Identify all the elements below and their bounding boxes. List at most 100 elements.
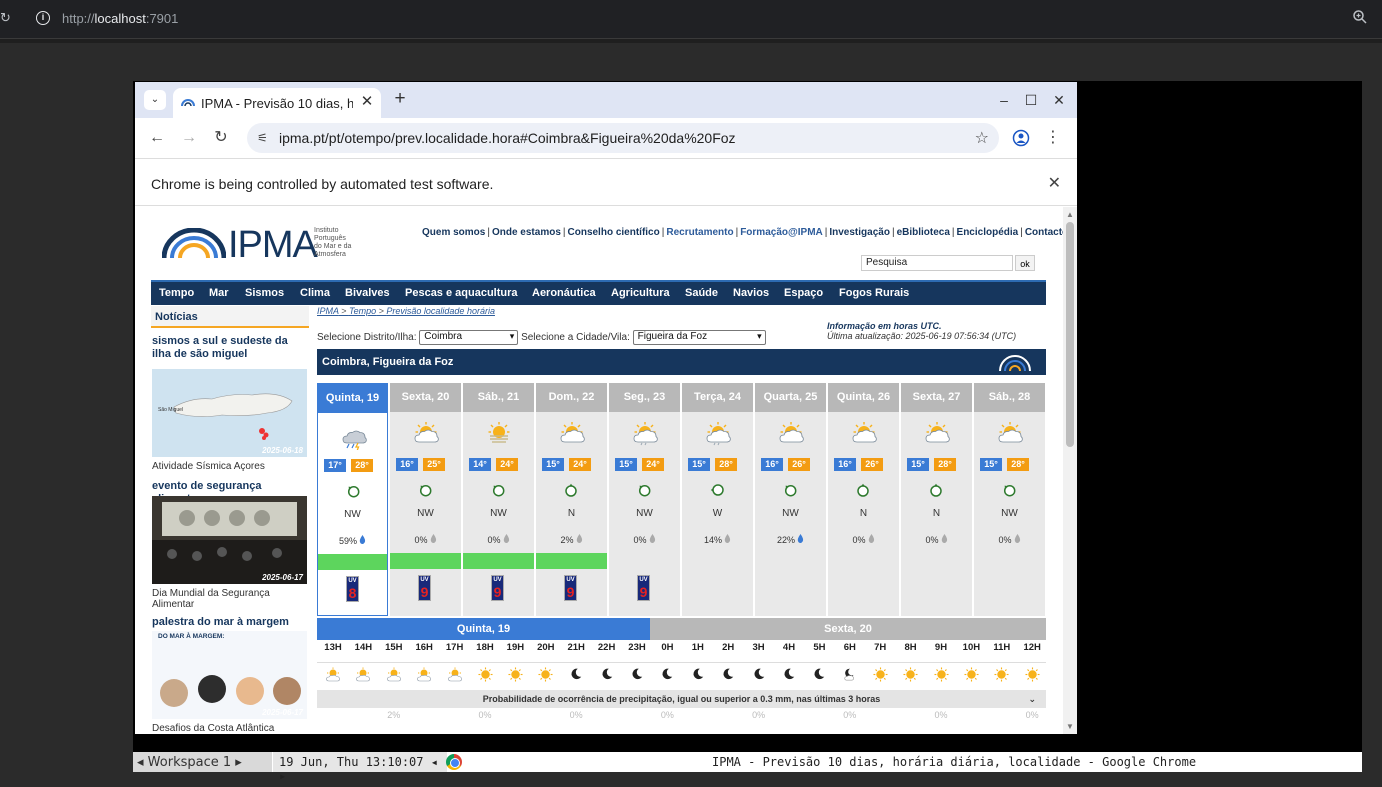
nav-mar[interactable]: Mar (209, 287, 229, 299)
news-image-poster[interactable]: DO MAR À MARGEM: 2025-06-17 (152, 631, 307, 719)
day-column[interactable]: Seg., 23 15° 24° NW 0% UV 9 (609, 383, 680, 616)
sun-cloud-icon (996, 419, 1024, 447)
link-conselho[interactable]: Conselho científico (568, 227, 660, 238)
nav-fogos-rurais[interactable]: Fogos Rurais (839, 287, 909, 299)
nav-pescas[interactable]: Pescas e aquacultura (405, 287, 518, 299)
scroll-down-icon[interactable]: ▼ (1066, 722, 1074, 731)
sun-cloud-rain-icon (409, 667, 439, 683)
breadcrumb-ipma[interactable]: IPMA (317, 306, 339, 316)
zoom-icon[interactable] (1352, 9, 1368, 25)
bookmark-star-icon[interactable]: ☆ (975, 128, 989, 148)
chrome-taskbar-icon[interactable] (446, 754, 462, 770)
news-caption-1[interactable]: Atividade Sísmica Açores (152, 461, 265, 472)
site-info-icon[interactable]: i (36, 11, 50, 25)
menu-kebab-icon[interactable]: ⋮ (1043, 128, 1063, 148)
taskbar-window-title[interactable]: IPMA - Previsão 10 dias, horária diária,… (712, 755, 1196, 769)
day-label[interactable]: Quinta, 26 (828, 383, 899, 412)
link-enciclopedia[interactable]: Enciclopédia (957, 227, 1019, 238)
nav-saude[interactable]: Saúde (685, 287, 718, 299)
nav-bivalves[interactable]: Bivalves (345, 287, 390, 299)
day-column[interactable]: Terça, 24 15° 28° W 14% (682, 383, 753, 616)
breadcrumb-tempo[interactable]: Tempo (349, 306, 376, 316)
host-url[interactable]: http://localhost:7901 (62, 11, 178, 26)
news-title-3[interactable]: palestra do mar à margem (152, 616, 307, 629)
minimize-icon[interactable]: – (995, 91, 1013, 109)
link-onde-estamos[interactable]: Onde estamos (492, 227, 561, 238)
nav-agricultura[interactable]: Agricultura (611, 287, 670, 299)
day-label[interactable]: Quinta, 19 (318, 384, 387, 413)
city-select[interactable]: Figueira da Foz ▾ (632, 330, 766, 345)
temp-min: 16° (761, 458, 783, 471)
forward-icon[interactable]: → (179, 128, 199, 148)
day-label[interactable]: Sexta, 27 (901, 383, 972, 412)
link-quem-somos[interactable]: Quem somos (422, 227, 485, 238)
infobar-close-icon[interactable]: ✕ (1048, 173, 1061, 193)
hourly-day-2[interactable]: Sexta, 20 (650, 618, 1046, 640)
day-label[interactable]: Quarta, 25 (755, 383, 826, 412)
day-label[interactable]: Dom., 22 (536, 383, 607, 412)
tab-search-button[interactable]: ⌄ (144, 90, 166, 110)
link-contacto[interactable]: Contacto (1025, 227, 1063, 238)
close-window-icon[interactable]: ✕ (1050, 91, 1068, 109)
new-tab-button[interactable]: + (391, 89, 409, 109)
news-image-event[interactable]: 2025-06-17 (152, 496, 307, 584)
hourly-day-1[interactable]: Quinta, 19 (317, 618, 650, 640)
link-ebiblioteca[interactable]: eBiblioteca (897, 227, 950, 238)
day-column[interactable]: Quinta, 19 17° 28° NW 59% UV 8 (317, 383, 388, 616)
nav-espaco[interactable]: Espaço (784, 287, 823, 299)
nav-sismos[interactable]: Sismos (245, 287, 284, 299)
link-recrutamento[interactable]: Recrutamento (666, 227, 733, 238)
address-text: ipma.pt/pt/otempo/prev.localidade.hora#C… (279, 130, 736, 146)
news-caption-2[interactable]: Dia Mundial da Segurança Alimentar (152, 588, 307, 610)
day-column[interactable]: Dom., 22 15° 24° N 2% UV 9 (536, 383, 607, 616)
day-label[interactable]: Seg., 23 (609, 383, 680, 412)
day-label[interactable]: Sáb., 21 (463, 383, 534, 412)
hour-label: 0H (661, 642, 674, 653)
scroll-thumb[interactable] (1066, 222, 1074, 447)
nav-clima[interactable]: Clima (300, 287, 330, 299)
news-title-1[interactable]: sismos a sul e sudeste da ilha de são mi… (152, 335, 307, 361)
day-label[interactable]: Terça, 24 (682, 383, 753, 412)
scroll-up-icon[interactable]: ▲ (1066, 210, 1074, 219)
reload-icon[interactable]: ↻ (0, 10, 12, 25)
precip-prob-bar[interactable]: Probabilidade de ocorrência de precipita… (317, 690, 1046, 708)
temp-min: 15° (542, 458, 564, 471)
profile-icon[interactable] (1012, 129, 1030, 147)
link-investigacao[interactable]: Investigação (829, 227, 890, 238)
reload-page-icon[interactable]: ↻ (211, 128, 231, 148)
utc-title: Informação em horas UTC. (827, 321, 942, 331)
active-tab[interactable]: IPMA - Previsão 10 dias, h ✕ (173, 88, 381, 118)
moon-icon (744, 667, 774, 683)
uv-index-badge: UV 9 (418, 575, 431, 601)
chevron-down-icon[interactable]: ⌄ (1028, 690, 1036, 708)
nav-navios[interactable]: Navios (733, 287, 769, 299)
search-ok-button[interactable]: ok (1015, 255, 1035, 271)
page-scrollbar[interactable]: ▲ ▼ (1063, 207, 1077, 734)
address-bar[interactable]: ⚟ ipma.pt/pt/otempo/prev.localidade.hora… (247, 123, 999, 153)
site-settings-icon[interactable]: ⚟ (257, 131, 271, 145)
day-column[interactable]: Quarta, 25 16° 26° NW 22% (755, 383, 826, 616)
nav-tempo[interactable]: Tempo (159, 287, 194, 299)
day-label[interactable]: Sáb., 28 (974, 383, 1045, 412)
district-select[interactable]: Coimbra ▾ (419, 330, 519, 345)
search-input[interactable]: Pesquisa (861, 255, 1013, 271)
tab-close-icon[interactable]: ✕ (359, 94, 375, 110)
nav-aeronautica[interactable]: Aeronáutica (532, 287, 596, 299)
temp-min: 16° (834, 458, 856, 471)
workspace-switcher[interactable]: ◂ Workspace 1 ▸ (133, 752, 272, 772)
day-column[interactable]: Quinta, 26 16° 26° N 0% (828, 383, 899, 616)
maximize-icon[interactable]: ☐ (1022, 91, 1040, 109)
day-column[interactable]: Sexta, 27 15° 28° N 0% (901, 383, 972, 616)
back-icon[interactable]: ← (147, 128, 167, 148)
day-column[interactable]: Sáb., 28 15° 28° NW 0% (974, 383, 1045, 616)
news-image-map[interactable]: São Miguel 2025-06-18 (152, 369, 307, 457)
day-column[interactable]: Sexta, 20 16° 25° NW 0% UV 9 (390, 383, 461, 616)
precip-prob-values: 2% 0% 0% 0% 0% 0% 0% 0% (317, 710, 1046, 722)
precip-prob-value: 0% (934, 710, 948, 720)
news-caption-3[interactable]: Desafios da Costa Atlântica (152, 723, 274, 734)
day-column[interactable]: Sáb., 21 14° 24° NW 0% UV 9 (463, 383, 534, 616)
breadcrumb-previsao[interactable]: Previsão localidade horária (386, 306, 495, 316)
day-label[interactable]: Sexta, 20 (390, 383, 461, 412)
link-formacao[interactable]: Formação@IPMA (740, 227, 823, 238)
ipma-logo[interactable]: IPMA Instituto Português do Mar e da Atmosf… (162, 224, 372, 266)
